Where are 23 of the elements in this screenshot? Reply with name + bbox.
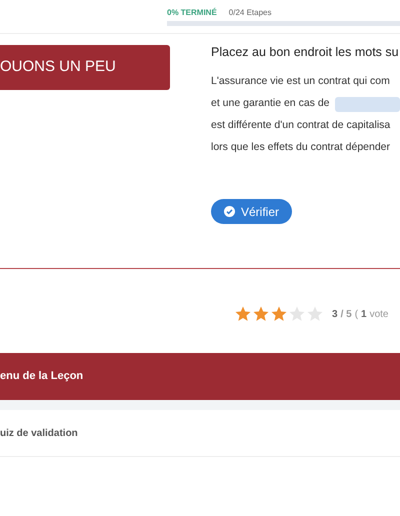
paragraph-line: et une garantie en cas de: [211, 96, 330, 112]
star-icon: [252, 305, 270, 323]
section-banner: OUONS UN PEU: [0, 45, 170, 90]
star-icon: [288, 305, 306, 323]
progress-steps: 0/24 Etapes: [228, 7, 272, 19]
progress-percent: 0% TERMINÉ: [167, 7, 217, 19]
rating-paren: (: [354, 308, 358, 322]
vote-label: vote: [370, 308, 388, 322]
blank-field[interactable]: [334, 96, 400, 112]
verify-button[interactable]: Vérifier: [211, 199, 292, 224]
star-icon: [270, 305, 288, 323]
rating-score: 3: [332, 308, 338, 322]
star-icon: [234, 305, 252, 323]
lesson-header: enu de la Leçon: [0, 353, 400, 400]
check-circle-icon: [224, 206, 235, 217]
rating-total: / 5: [340, 308, 352, 322]
exercise-title: Placez au bon endroit les mots su: [211, 44, 400, 61]
paragraph-line: L'assurance vie est un contrat qui com: [211, 74, 390, 90]
paragraph-line: est différente d'un contrat de capitalisa: [211, 118, 390, 134]
lesson-item[interactable]: uiz de validation: [0, 410, 400, 457]
vote-count: 1: [361, 308, 367, 322]
star-icon: [306, 305, 324, 323]
paragraph-line: lors que les effets du contrat dépender: [211, 140, 390, 156]
